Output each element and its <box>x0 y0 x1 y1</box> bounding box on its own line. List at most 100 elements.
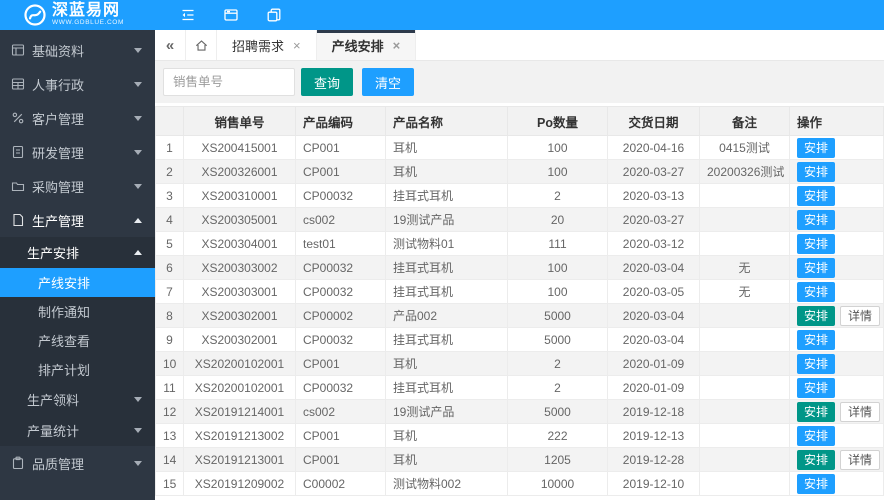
table-cell: XS200303001 <box>183 279 296 304</box>
arrange-button[interactable]: 安排 <box>797 257 836 278</box>
table-cell: 挂耳式耳机 <box>385 255 508 280</box>
table-header-row: 销售单号 产品编码 产品名称 Po数量 交货日期 备注 操作 <box>155 106 884 136</box>
table-cell: 100 <box>507 279 608 304</box>
detail-button[interactable]: 详情 <box>840 401 881 422</box>
purchase-icon <box>11 179 25 193</box>
sidebar-item[interactable]: 研发管理 <box>0 135 155 169</box>
home-icon[interactable] <box>186 30 217 60</box>
brand-logo: 深蓝易网 WWW.GDBLUE.COM <box>0 3 155 27</box>
table-cell: 5000 <box>507 327 608 352</box>
table-cell <box>699 375 790 400</box>
table-cell: 2020-03-27 <box>607 159 700 184</box>
table-cell: 2020-03-12 <box>607 231 700 256</box>
table-cell: 9 <box>155 327 184 352</box>
tab-active[interactable]: 产线安排 × <box>316 30 417 60</box>
sidebar-item[interactable]: 基础资料 <box>0 33 155 67</box>
chevron-down-icon <box>134 428 142 433</box>
chevron-up-icon <box>134 250 142 255</box>
table-cell: 2020-03-04 <box>607 327 700 352</box>
sidebar-item[interactable]: 品质管理 <box>0 446 155 480</box>
table-cell: XS20200102001 <box>183 351 296 376</box>
table-cell: 2020-03-13 <box>607 183 700 208</box>
table-row: 6 XS200303002 CP00032 挂耳式耳机 100 2020-03-04 无安排 <box>155 255 884 280</box>
arrange-button[interactable]: 安排 <box>797 401 836 422</box>
table-cell: cs002 <box>295 399 386 424</box>
arrange-button[interactable]: 安排 <box>797 209 836 230</box>
sidebar-item[interactable]: 生产领料 <box>0 384 155 415</box>
table-cell <box>699 351 790 376</box>
table-cell: 挂耳式耳机 <box>385 279 508 304</box>
arrange-button[interactable]: 安排 <box>797 137 836 158</box>
table-row: 8 XS200302001 CP00002 产品002 5000 2020-03-04 安排… <box>155 303 884 328</box>
sidebar-item[interactable]: 制作通知 <box>0 297 155 326</box>
sidebar-item[interactable]: 生产管理 <box>0 203 155 237</box>
quality-icon <box>11 456 25 470</box>
chevron-up-icon <box>134 217 142 223</box>
copy-icon[interactable] <box>266 7 282 23</box>
collapse-tabs-icon[interactable]: « <box>155 30 186 60</box>
close-tab-icon[interactable]: × <box>293 39 301 52</box>
table-row: 1 XS200415001 CP001 耳机 100 2020-04-16 0415测试 安排 <box>155 135 884 160</box>
arrange-button[interactable]: 安排 <box>797 233 836 254</box>
query-button[interactable]: 查询 <box>301 68 354 96</box>
table-cell: 7 <box>155 279 184 304</box>
sidebar-item[interactable]: 客户管理 <box>0 101 155 135</box>
table-cell: 1 <box>155 135 184 160</box>
sidebar-item[interactable]: 产线查看 <box>0 326 155 355</box>
sales-order-search-input[interactable] <box>163 68 295 96</box>
arrange-button[interactable]: 安排 <box>797 449 836 470</box>
table-cell: CP00032 <box>295 183 386 208</box>
chevron-down-icon <box>134 81 142 87</box>
arrange-button[interactable]: 安排 <box>797 353 836 374</box>
table-row: 9 XS200302001 CP00032 挂耳式耳机 5000 2020-03-04 安排 <box>155 327 884 352</box>
menu-fold-icon[interactable] <box>180 7 196 23</box>
arrange-button[interactable]: 安排 <box>797 329 836 350</box>
table-cell: 20200326测试 <box>699 159 790 184</box>
window-tabs-icon[interactable] <box>223 7 239 23</box>
table-cell: XS20191213001 <box>183 447 296 472</box>
actions-cell: 安排 <box>789 375 884 400</box>
table-row: 15 XS20191209002 C00002 测试物料002 10000 2019-12… <box>155 471 884 496</box>
table-cell: CP001 <box>295 423 386 448</box>
table-cell: 耳机 <box>385 351 508 376</box>
table-cell: 12 <box>155 399 184 424</box>
table-cell: CP001 <box>295 351 386 376</box>
actions-cell: 安排 详情 <box>789 447 884 472</box>
app-window: 深蓝易网 WWW.GDBLUE.COM 基础资料 人事行政 客户管理 研发管理 … <box>0 0 884 500</box>
actions-cell: 安排 <box>789 327 884 352</box>
table-cell: CP00032 <box>295 255 386 280</box>
table-row: 13 XS20191213002 CP001 耳机 222 2019-12-13 安排 <box>155 423 884 448</box>
detail-button[interactable]: 详情 <box>840 305 881 326</box>
sidebar-item[interactable]: 采购管理 <box>0 169 155 203</box>
sidebar-item[interactable]: 人事行政 <box>0 67 155 101</box>
detail-button[interactable]: 详情 <box>840 449 881 470</box>
table-cell: 2 <box>507 375 608 400</box>
column-header: 产品名称 <box>385 106 508 136</box>
table-cell: 2020-01-09 <box>607 375 700 400</box>
table-cell: 挂耳式耳机 <box>385 375 508 400</box>
sidebar-submenu: 生产安排 产线安排 制作通知 产线查看 排产计划 生产领料 产量统计 <box>0 237 155 446</box>
sidebar-item[interactable]: 生产安排 <box>0 237 155 268</box>
table-cell: 2019-12-18 <box>607 399 700 424</box>
arrange-button[interactable]: 安排 <box>797 473 836 494</box>
table-cell: 2020-03-04 <box>607 255 700 280</box>
close-tab-icon[interactable]: × <box>393 39 401 52</box>
sidebar-item-active[interactable]: 产线安排 <box>0 268 155 297</box>
actions-cell: 安排 详情 <box>789 303 884 328</box>
chevron-down-icon <box>134 149 142 155</box>
sidebar-item[interactable]: 产量统计 <box>0 415 155 446</box>
arrange-button[interactable]: 安排 <box>797 305 836 326</box>
table-cell: 100 <box>507 255 608 280</box>
sidebar-item[interactable]: 排产计划 <box>0 355 155 384</box>
arrange-button[interactable]: 安排 <box>797 377 836 398</box>
table-cell: 耳机 <box>385 159 508 184</box>
table-cell: 3 <box>155 183 184 208</box>
clear-button[interactable]: 清空 <box>362 68 415 96</box>
arrange-button[interactable]: 安排 <box>797 185 836 206</box>
table-cell: CP00032 <box>295 327 386 352</box>
arrange-button[interactable]: 安排 <box>797 281 836 302</box>
arrange-button[interactable]: 安排 <box>797 425 836 446</box>
table-cell: 挂耳式耳机 <box>385 183 508 208</box>
tab-inactive[interactable]: 招聘需求 × <box>217 30 317 60</box>
arrange-button[interactable]: 安排 <box>797 161 836 182</box>
